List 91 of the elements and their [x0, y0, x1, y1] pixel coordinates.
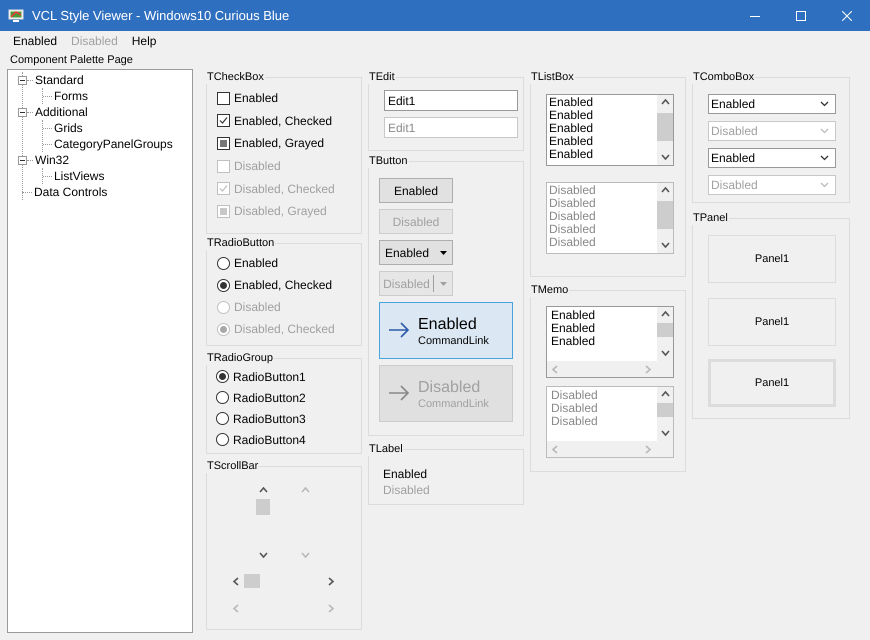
list-item[interactable]: Enabled [549, 135, 657, 148]
chevron-left-icon[interactable] [232, 576, 241, 586]
chevron-up-icon[interactable] [660, 310, 670, 319]
tree-item[interactable]: Forms [54, 89, 88, 103]
radio-label: RadioButton1 [233, 370, 306, 384]
tree-item[interactable]: Standard [35, 73, 84, 87]
radio-label: Disabled [234, 300, 281, 314]
command-link[interactable]: Enabled CommandLink [379, 302, 513, 359]
group-title: TRadioButton [206, 236, 276, 250]
label-text: Disabled [383, 482, 431, 498]
arrow-right-icon [388, 385, 410, 401]
list-item[interactable]: Enabled [549, 148, 657, 161]
group-title: TButton [368, 154, 409, 168]
list-item[interactable]: Enabled [549, 96, 657, 109]
chevron-down-icon[interactable] [660, 349, 670, 358]
memo-text: Disabled Disabled Disabled [550, 387, 599, 430]
window-title: VCL Style Viewer - Windows10 Curious Blue [32, 8, 290, 23]
radio-label: RadioButton3 [233, 412, 306, 426]
checkbox-label: Disabled, Grayed [234, 204, 327, 218]
checkbox[interactable] [217, 92, 230, 105]
tree-item[interactable]: CategoryPanelGroups [54, 137, 173, 151]
maximize-icon [796, 10, 806, 20]
radio-label: RadioButton4 [233, 432, 306, 446]
checkbox-label: Disabled, Checked [234, 182, 335, 196]
tree-item[interactable]: Data Controls [34, 185, 108, 199]
radio-button[interactable] [216, 412, 229, 425]
group-title: TMemo [530, 283, 570, 297]
combo-box[interactable]: Enabled [708, 148, 836, 168]
radio-button[interactable] [216, 433, 229, 446]
checkbox-label: Enabled [234, 91, 278, 106]
tree-item[interactable]: Grids [54, 121, 83, 135]
menu-item[interactable]: Help [124, 34, 164, 48]
radio-label: Enabled [234, 256, 278, 270]
app-icon [8, 8, 24, 22]
group-title: TCheckBox [206, 70, 265, 84]
collapse-icon[interactable] [18, 108, 27, 116]
arrow-right-icon [388, 322, 410, 338]
group-title: TRadioGroup [206, 351, 274, 365]
radio-button[interactable] [217, 278, 230, 292]
tree-item[interactable]: Additional [35, 105, 88, 119]
chevron-down-icon[interactable] [258, 551, 268, 560]
scroll-thumb[interactable] [657, 113, 673, 141]
combo-box[interactable]: Enabled [708, 94, 836, 114]
chevron-up-icon[interactable] [258, 486, 268, 495]
text-field[interactable]: Edit1 [384, 90, 518, 111]
list-item[interactable]: Enabled [549, 122, 657, 135]
scroll-thumb[interactable] [657, 323, 673, 337]
collapse-icon[interactable] [18, 156, 27, 164]
push-button[interactable]: Enabled [379, 178, 453, 203]
scroll-thumb[interactable] [244, 574, 260, 588]
group-title: TScrollBar [206, 459, 260, 473]
collapse-icon[interactable] [18, 76, 27, 84]
checkbox[interactable] [217, 136, 230, 150]
split-button[interactable]: Enabled [379, 240, 453, 265]
radio-label: Enabled, Checked [234, 278, 332, 292]
chevron-down-icon[interactable] [820, 155, 829, 161]
checkbox-label: Enabled, Grayed [234, 136, 324, 150]
tree-item[interactable]: ListViews [54, 169, 104, 183]
checkbox[interactable] [217, 114, 230, 128]
group-title: TLabel [368, 442, 404, 456]
checkbox-label: Enabled, Checked [234, 114, 332, 128]
checkbox-label: Disabled [234, 159, 281, 174]
scrollbar[interactable] [657, 307, 673, 361]
chevron-right-icon[interactable] [327, 576, 336, 586]
group-title: TEdit [368, 70, 396, 84]
scroll-thumb[interactable] [256, 499, 270, 515]
radio-button[interactable] [217, 256, 230, 270]
memo-box[interactable]: Enabled Enabled Enabled [546, 306, 674, 378]
radio-label: Disabled, Checked [234, 322, 335, 336]
list-item[interactable]: Enabled [549, 109, 657, 122]
panel: Panel1 [708, 298, 836, 346]
chevron-down-icon[interactable] [820, 101, 829, 107]
scrollbar[interactable] [657, 95, 673, 165]
radio-label: RadioButton2 [233, 390, 306, 404]
panel: Panel1 [708, 235, 836, 283]
radio-button[interactable] [216, 391, 229, 404]
dropdown-arrow-icon[interactable] [440, 250, 446, 254]
chevron-up-icon[interactable] [660, 98, 670, 107]
panel: Panel1 [708, 359, 836, 407]
tree-caption: Component Palette Page [10, 54, 134, 67]
memo-text: Enabled Enabled Enabled [550, 307, 596, 350]
close-icon [842, 10, 852, 20]
menu-item[interactable]: Enabled [6, 34, 64, 48]
tree-item[interactable]: Win32 [35, 153, 70, 167]
group-title: TListBox [530, 70, 575, 84]
group-title: TComboBox [692, 70, 756, 84]
label-text: Enabled [383, 466, 428, 482]
group-title: TPanel [692, 211, 729, 225]
chevron-down-icon[interactable] [660, 153, 670, 162]
radio-button[interactable] [216, 370, 229, 383]
list-box[interactable]: Enabled Enabled Enabled Enabled Enabled [546, 94, 674, 166]
